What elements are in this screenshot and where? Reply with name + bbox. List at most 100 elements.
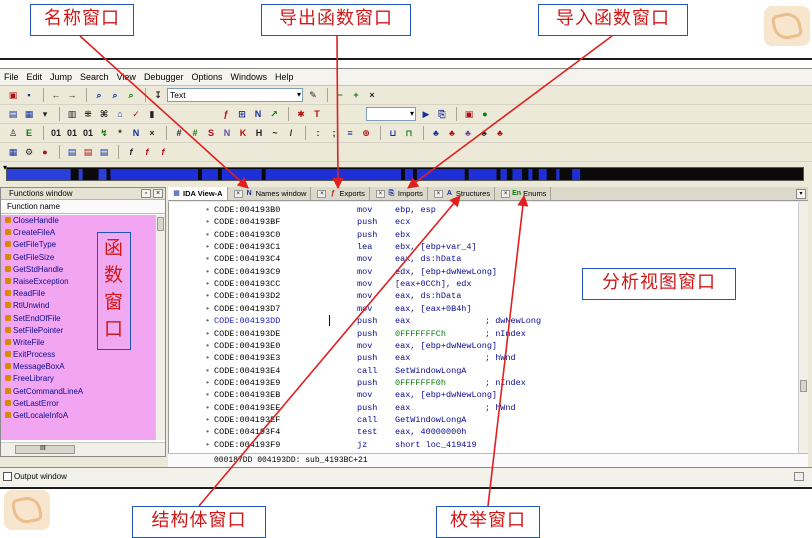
byte-icon[interactable]: 01 <box>81 126 95 140</box>
function-list-item[interactable]: GetLastError <box>1 398 157 410</box>
notes-icon[interactable]: ▣ <box>462 107 476 121</box>
h-icon[interactable]: H <box>252 126 266 140</box>
binary-icon[interactable]: 01 <box>49 126 63 140</box>
disassembly-line[interactable]: • CODE:004193F9 jz short loc_419419 <box>169 439 799 451</box>
tab-ida-view-a[interactable]: ▦ IDA View-A <box>168 187 228 200</box>
struct-var-icon[interactable]: ⊕ <box>359 126 373 140</box>
disassembly-line[interactable]: • CODE:004193C4 mov eax, ds:hData <box>169 253 799 265</box>
function-list-item[interactable]: GetCommandLineA <box>1 386 157 398</box>
back-icon[interactable]: ← <box>49 88 63 102</box>
function-list-item[interactable]: GetLocaleInfoA <box>1 410 157 422</box>
delete-icon[interactable]: × <box>145 126 159 140</box>
name-n-icon[interactable]: N <box>129 126 143 140</box>
close-icon[interactable]: × <box>365 88 379 102</box>
enum-icon[interactable]: E <box>22 126 36 140</box>
menu-view[interactable]: View <box>117 72 136 82</box>
tree-add-icon[interactable]: ♣ <box>493 126 507 140</box>
tree-purple-icon[interactable]: ♣ <box>461 126 475 140</box>
function-list-item[interactable]: ExitProcess <box>1 349 157 361</box>
disassembly-line[interactable]: • CODE:004193BF push ecx <box>169 216 799 228</box>
function-icon[interactable]: ƒ <box>219 107 233 121</box>
disassembly-scrollbar[interactable] <box>798 202 808 453</box>
pencil-icon[interactable]: ✎ <box>306 88 320 102</box>
green-dot-icon[interactable]: ● <box>478 107 492 121</box>
open-icon[interactable]: ▣ <box>6 88 20 102</box>
dat-icon[interactable]: 01 <box>65 126 79 140</box>
graph-view-icon[interactable]: ⊔ <box>386 126 400 140</box>
colon-icon[interactable]: : <box>311 126 325 140</box>
save-icon[interactable]: ▪ <box>22 88 36 102</box>
xref-icon[interactable]: ↗ <box>267 107 281 121</box>
func-f-icon[interactable]: f <box>124 145 138 159</box>
attach-icon[interactable]: ⎘ <box>435 107 449 121</box>
disassembly-line[interactable]: • CODE:004193E0 mov eax, [ebp+dwNewLong] <box>169 340 799 352</box>
string-s-icon[interactable]: S <box>204 126 218 140</box>
name-icon[interactable]: N <box>251 107 265 121</box>
menu-jump[interactable]: Jump <box>50 72 72 82</box>
close-icon[interactable]: × <box>153 189 163 198</box>
grid-icon[interactable]: ▦ <box>6 145 20 159</box>
restore-icon[interactable]: ▫ <box>141 189 151 198</box>
tab-exports[interactable]: × ƒ Exports <box>311 187 370 200</box>
type-icon[interactable]: T <box>310 107 324 121</box>
menu-edit[interactable]: Edit <box>27 72 43 82</box>
window-red-icon[interactable]: ▤ <box>81 145 95 159</box>
tree-icon[interactable]: ♣ <box>429 126 443 140</box>
tab-close-icon[interactable]: × <box>317 189 327 198</box>
minus-icon[interactable]: − <box>333 88 347 102</box>
key-icon[interactable]: K <box>236 126 250 140</box>
function-list-item[interactable]: WriteFile <box>1 337 157 349</box>
disassembly-line[interactable]: • CODE:004193EB mov eax, [ebp+dwNewLong] <box>169 389 799 401</box>
disassembly-line[interactable]: • CODE:004193D7 mov eax, [eax+0B4h] <box>169 303 799 315</box>
operand-icon[interactable]: # <box>172 126 186 140</box>
function-list-item[interactable]: SetFilePointer <box>1 325 157 337</box>
function-list-item[interactable]: RaiseException <box>1 276 157 288</box>
person-icon[interactable]: ♙ <box>6 126 20 140</box>
func-f2-icon[interactable]: f <box>156 145 170 159</box>
binoculars-icon[interactable]: ⌕ <box>92 88 106 102</box>
tab-close-icon[interactable]: × <box>233 189 243 198</box>
settings-icon[interactable]: ⚙ <box>22 145 36 159</box>
tab-imports[interactable]: × ⎘ Imports <box>370 187 428 200</box>
hex-icon[interactable]: ⁜ <box>81 107 95 121</box>
disassembly-line[interactable]: • CODE:004193EF call GetWindowLongA <box>169 414 799 426</box>
flow-icon[interactable]: ⊓ <box>402 126 416 140</box>
asterisk-icon[interactable]: * <box>113 126 127 140</box>
patch-icon[interactable]: ✱ <box>294 107 308 121</box>
tab-close-icon[interactable]: × <box>501 189 511 198</box>
disassembly-line[interactable]: • CODE:004193E3 push eax ; hWnd <box>169 352 799 364</box>
function-list-item[interactable]: FreeLibrary <box>1 373 157 385</box>
output-close-icon[interactable] <box>794 472 804 481</box>
plus-icon[interactable]: + <box>349 88 363 102</box>
display-mode-combo[interactable]: Text <box>167 88 303 102</box>
run-icon[interactable]: ▶ <box>419 107 433 121</box>
align-icon[interactable]: ≡ <box>343 126 357 140</box>
disassembly-line[interactable]: • CODE:004193B0 mov ebp, esp <box>169 204 799 216</box>
menu-debugger[interactable]: Debugger <box>144 72 184 82</box>
menu-help[interactable]: Help <box>275 72 294 82</box>
disassembly-line[interactable]: • CODE:004193DD push eax ; dwNewLong <box>169 315 799 327</box>
disassembly-line[interactable]: • CODE:004193E9 push 0FFFFFFF0h ; nIndex <box>169 377 799 389</box>
segment-icon[interactable]: ▥ <box>65 107 79 121</box>
disassembly-line[interactable]: • CODE:004193C1 lea ebx, [ebp+var_4] <box>169 241 799 253</box>
data-icon[interactable]: ⌂ <box>113 107 127 121</box>
bar-icon[interactable]: ▮ <box>145 107 159 121</box>
jump-icon[interactable]: ↧ <box>151 88 165 102</box>
disassembly-line[interactable]: • CODE:004193E4 call SetWindowLongA <box>169 365 799 377</box>
tab-names-window[interactable]: × N Names window <box>228 187 312 200</box>
func-f-red-icon[interactable]: f <box>140 145 154 159</box>
tab-list-dropdown-icon[interactable]: ▾ <box>796 188 806 199</box>
disassembly-line[interactable]: • CODE:004193F4 test eax, 40000000h <box>169 426 799 438</box>
tree-red-icon[interactable]: ♣ <box>445 126 459 140</box>
tilde-icon[interactable]: ~ <box>268 126 282 140</box>
function-list-item[interactable]: SetEndOfFile <box>1 313 157 325</box>
tab-structures[interactable]: × A Structures <box>428 187 496 200</box>
window-icon[interactable]: ▤ <box>65 145 79 159</box>
disassembly-line[interactable]: • CODE:004193EE push eax ; hWnd <box>169 402 799 414</box>
name-n2-icon[interactable]: N <box>220 126 234 140</box>
function-list-item[interactable]: GetStdHandle <box>1 264 157 276</box>
search-next-icon[interactable]: ⌕ <box>108 88 122 102</box>
semicolon-icon[interactable]: ; <box>327 126 341 140</box>
function-list-item[interactable]: CreateFileA <box>1 227 157 239</box>
disassembly-line[interactable]: • CODE:004193C0 push ebx <box>169 229 799 241</box>
